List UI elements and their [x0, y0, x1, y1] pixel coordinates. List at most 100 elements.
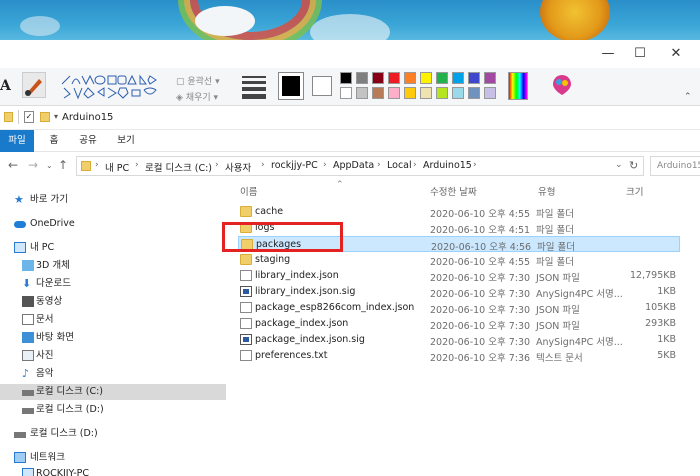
nav-item-videos[interactable]: 동영상 [0, 294, 226, 310]
file-row-preferences-txt[interactable]: preferences.txt 2020-06-10 오후 7:36 텍스트 문… [238, 348, 680, 364]
up-arrow-icon[interactable]: ↑ [58, 158, 68, 172]
nav-item-music[interactable]: ♪ 음악 [0, 366, 226, 382]
tab-file[interactable]: 파일 [0, 130, 34, 152]
color-swatch[interactable] [420, 72, 432, 84]
file-row-staging[interactable]: staging 2020-06-10 오후 4:55 파일 폴더 [238, 252, 680, 268]
customize-qa-icon[interactable]: ▾ [54, 112, 58, 121]
minimize-button[interactable]: — [594, 44, 622, 64]
breadcrumb-separator[interactable]: › [135, 160, 139, 170]
maximize-button[interactable]: ☐ [626, 44, 654, 64]
color-swatch[interactable] [372, 72, 384, 84]
download-icon: ⬇ [22, 277, 32, 290]
color-swatch[interactable] [484, 87, 496, 99]
forward-arrow-icon[interactable]: → [28, 158, 38, 172]
color-swatch[interactable] [340, 87, 352, 99]
file-row-library-index-json-sig[interactable]: library_index.json.sig 2020-06-10 오후 7:3… [238, 284, 680, 300]
breadcrumb-user[interactable]: rockjjy-PC [271, 160, 318, 171]
paint3d-icon[interactable] [552, 74, 572, 96]
breadcrumb-this-pc[interactable]: 내 PC [105, 160, 129, 174]
column-header-name[interactable]: 이름 ⌃ [240, 180, 344, 198]
color-swatch[interactable] [420, 87, 432, 99]
color-swatch[interactable] [452, 72, 464, 84]
address-dropdown-icon[interactable]: ⌄ [615, 160, 623, 170]
recent-locations-icon[interactable]: ⌄ [46, 161, 53, 170]
back-arrow-icon[interactable]: ← [8, 158, 18, 172]
nav-item-documents[interactable]: 문서 [0, 312, 226, 328]
shapes-gallery[interactable] [60, 74, 160, 100]
column-header-size[interactable]: 크기 [626, 184, 643, 198]
nav-item-desktop[interactable]: 바탕 화면 [0, 330, 226, 346]
tab-view[interactable]: 보기 [112, 130, 140, 152]
breadcrumb-separator[interactable]: › [261, 160, 265, 170]
color-swatch[interactable] [340, 72, 352, 84]
color1-swatch[interactable] [278, 72, 304, 100]
nav-item-downloads[interactable]: ⬇ 다운로드 [0, 276, 226, 292]
color-swatch[interactable] [404, 72, 416, 84]
column-header-type[interactable]: 유형 [538, 184, 555, 198]
tab-share[interactable]: 공유 [74, 130, 102, 152]
star-icon: ★ [14, 193, 24, 206]
file-row-library-index-json[interactable]: library_index.json 2020-06-10 오후 7:30 JS… [238, 268, 680, 284]
breadcrumb-local-disk-c[interactable]: 로컬 디스크 (C:) [145, 160, 212, 174]
file-row-package-index-json-sig[interactable]: package_index.json.sig 2020-06-10 오후 7:3… [238, 332, 680, 348]
color-swatch[interactable] [484, 72, 496, 84]
text-tool-icon[interactable]: A [0, 78, 11, 94]
nav-item-local-disk-d-root[interactable]: 로컬 디스크 (D:) [0, 426, 226, 442]
nav-item-quick-access[interactable]: ★ 바로 가기 [0, 192, 226, 208]
nav-item-rockjjy-pc[interactable]: ROCKJJY-PC [0, 466, 226, 476]
close-button[interactable]: ✕ [662, 44, 690, 64]
color-swatch[interactable] [404, 87, 416, 99]
paint-window: — ☐ ✕ A ▢ 윤곽선 ▾ ◈ 채우기 ▾ ⌃ [0, 40, 700, 106]
color-swatch[interactable] [388, 87, 400, 99]
color-swatch[interactable] [356, 87, 368, 99]
breadcrumb-appdata[interactable]: AppData [333, 160, 374, 171]
breadcrumb-arduino15[interactable]: Arduino15 [423, 160, 472, 171]
color-swatch[interactable] [436, 87, 448, 99]
brush-tool-icon[interactable] [22, 72, 46, 98]
folder-icon [240, 206, 252, 217]
nav-item-this-pc[interactable]: 내 PC [0, 240, 226, 256]
address-bar[interactable]: › 내 PC › 로컬 디스크 (C:) › 사용자 › rockjjy-PC … [76, 156, 644, 176]
file-icon [240, 318, 252, 329]
breadcrumb-separator[interactable]: › [473, 160, 477, 170]
color2-swatch[interactable] [312, 76, 332, 96]
color-swatch[interactable] [452, 87, 464, 99]
color-swatch[interactable] [468, 87, 480, 99]
file-row-package-esp8266com-index-json[interactable]: package_esp8266com_index.json 2020-06-10… [238, 300, 680, 316]
refresh-icon[interactable]: ↻ [629, 159, 638, 172]
column-header-date[interactable]: 수정한 날짜 [430, 184, 477, 198]
color-swatch[interactable] [372, 87, 384, 99]
color-swatch[interactable] [388, 72, 400, 84]
file-row-cache[interactable]: cache 2020-06-10 오후 4:55 파일 폴더 [238, 204, 680, 220]
color-swatch[interactable] [436, 72, 448, 84]
nav-item-local-disk-c[interactable]: 로컬 디스크 (C:) [0, 384, 226, 400]
breadcrumb-separator[interactable]: › [377, 160, 381, 170]
breadcrumb-local[interactable]: Local [387, 160, 412, 171]
nav-item-3d-objects[interactable]: 3D 개체 [0, 258, 226, 274]
breadcrumb-separator[interactable]: › [215, 160, 219, 170]
nav-item-onedrive[interactable]: OneDrive [0, 216, 226, 232]
nav-item-pictures[interactable]: 사진 [0, 348, 226, 364]
breadcrumb-users[interactable]: 사용자 [225, 160, 251, 174]
size-picker-icon[interactable] [242, 74, 266, 99]
fill-dropdown[interactable]: ◈ 채우기 ▾ [176, 90, 218, 103]
quick-access-toolbar: ✓ ▾ Arduino15 [0, 106, 700, 130]
color-swatch[interactable] [356, 72, 368, 84]
color-swatch[interactable] [468, 72, 480, 84]
wallpaper-cloud [195, 6, 255, 36]
breadcrumb-separator[interactable]: › [323, 160, 327, 170]
outline-dropdown[interactable]: ▢ 윤곽선 ▾ [176, 74, 220, 87]
new-folder-icon[interactable] [40, 112, 50, 122]
color-palette[interactable] [340, 72, 500, 100]
search-input[interactable]: Arduino15 [650, 156, 700, 176]
tab-home[interactable]: 홈 [42, 130, 66, 152]
edit-colors-icon[interactable] [508, 72, 528, 100]
breadcrumb-separator[interactable]: › [95, 160, 99, 170]
breadcrumb-separator[interactable]: › [413, 160, 417, 170]
file-row-package-index-json[interactable]: package_index.json 2020-06-10 오후 7:30 JS… [238, 316, 680, 332]
file-icon [240, 302, 252, 313]
properties-icon[interactable]: ✓ [24, 111, 34, 123]
collapse-ribbon-icon[interactable]: ⌃ [684, 92, 692, 102]
nav-item-local-disk-d[interactable]: 로컬 디스크 (D:) [0, 402, 226, 418]
nav-item-network[interactable]: 네트워크 [0, 450, 226, 466]
